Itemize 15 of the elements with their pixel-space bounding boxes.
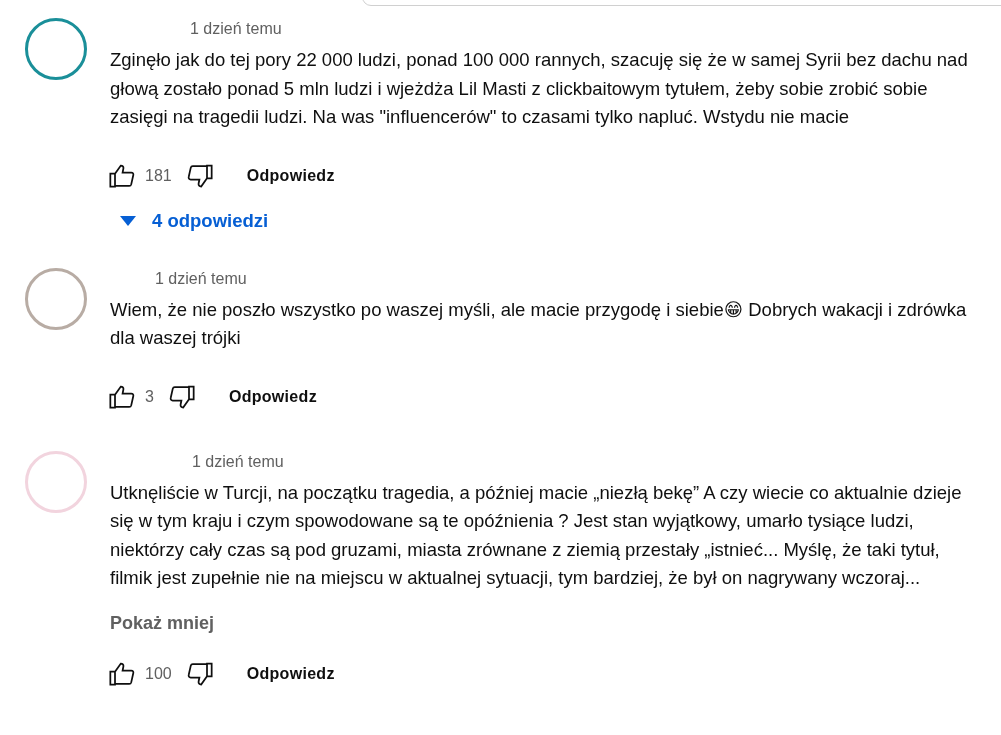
like-count: 181: [145, 166, 172, 185]
comment-time: 1 dzień temu: [190, 19, 283, 39]
comment-text: Utknęliście w Turcji, na początku tragedia, a później macie „niezłą bekę” A czy wiecie co aktualnie dzieje się w tym kraju i czym spowodowane są te opóźnienia ? Jest stan wyjątkowy, umarło tysiące ludzi, niektórzy cały czas są pod gruzami, miasta zrównane z ziemią przestały „istnieć... Myślę, że taki tytuł, filmik jest zupełnie nie na miejscu w aktualnej sytuacji, tym bardziej, że był on nagrywany wczoraj...: [110, 480, 963, 590]
reply-button[interactable]: Odpowiedz: [246, 166, 335, 185]
show-less-button[interactable]: Pokaż mniej: [110, 612, 215, 634]
comment-text: Wiem, że nie poszło wszystko po waszej myśli, ale macie przygodę i siebie😁 Dobrych wakacji i zdrówka dla waszej trójki: [110, 297, 968, 350]
comment-time: 1 dzień temu: [155, 268, 248, 289]
reply-button[interactable]: Odpowiedz: [246, 664, 335, 683]
comment-time: 1 dzień temu: [192, 451, 285, 472]
replies-toggle[interactable]: 4 odpowiedzi: [120, 209, 269, 232]
like-count: 100: [145, 664, 172, 683]
comment-text: Zginęło jak do tej pory 22 000 ludzi, ponad 100 000 rannych, szacuję się że w samej Syrii bez dachu nad głową zostało ponad 5 mln ludzi i wjeżdża Lil Masti z clickbaitowym tytułem, żeby sobie zrobić sobie zasięgi na tragedii ludzi. Na was "influencerów" to czasami tylko napluć. Wstydu nie macie: [110, 48, 969, 129]
caret-icon: [120, 215, 136, 226]
reply-button[interactable]: Odpowiedz: [228, 387, 317, 406]
like-count: 3: [145, 387, 154, 406]
